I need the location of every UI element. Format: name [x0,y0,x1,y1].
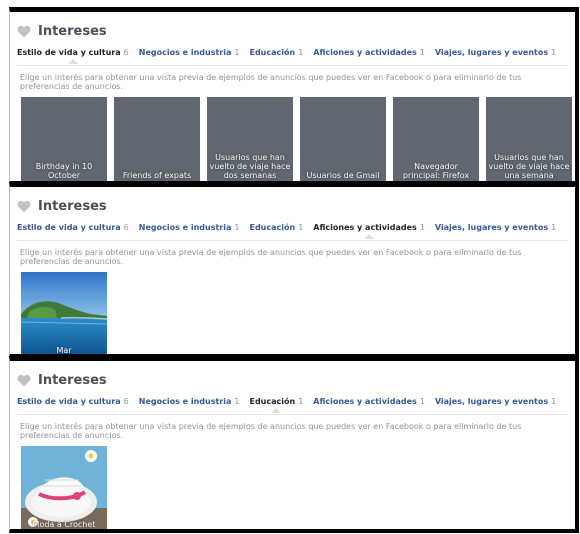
interest-tile-label: Birthday in 10 October [35,162,93,180]
tab-count: 1 [298,223,304,232]
tab-label: Educación [249,223,296,232]
tab-count: 6 [123,223,129,232]
tab-count: 1 [298,397,304,406]
heart-icon [17,25,31,37]
interest-tile[interactable]: Friends of expats [114,97,200,181]
interest-tile[interactable]: Usuarios de Gmail [300,97,386,181]
divider [17,414,568,415]
tab-aficiones-y-actividades[interactable]: Aficiones y actividades 1 [313,222,425,239]
tab-count: 1 [419,397,425,406]
interest-tile-label: Usuarios que han vuelto de viaje hace do… [209,153,291,180]
tab-aficiones-y-actividades[interactable]: Aficiones y actividades 1 [313,47,425,63]
tab-label: Negocios e industria [138,48,232,57]
interest-tile-label: Usuarios de Gmail [306,171,380,180]
panel-title: Intereses [38,198,107,214]
tab-label: Negocios e industria [138,397,232,406]
interest-tile-label: Friends of expats [122,171,192,180]
tab-label: Estilo de vida y cultura [17,397,121,406]
tab-estilo-de-vida-y-cultura[interactable]: Estilo de vida y cultura 6 [17,47,129,64]
interest-tiles: Moda a Crochet [21,446,114,529]
tab-educacion[interactable]: Educación 1 [249,47,303,63]
tab-count: 1 [234,223,240,232]
tab-viajes-lugares-y-eventos[interactable]: Viajes, lugares y eventos 1 [435,396,556,412]
interests-description: Elige un interés para obtener una vista … [20,248,522,266]
interest-category-tabs: Estilo de vida y cultura 6 Negocios e ind… [17,396,566,413]
tab-aficiones-y-actividades[interactable]: Aficiones y actividades 1 [313,396,425,412]
interest-tile[interactable]: Usuarios que han vuelto de viaje hace do… [207,97,293,181]
tab-negocios-e-industria[interactable]: Negocios e industria 1 [139,222,240,238]
interest-tile-label: Mar [56,346,72,355]
tab-label: Educación [249,48,296,57]
interests-description: Elige un interés para obtener una vista … [20,422,522,440]
tab-estilo-de-vida-y-cultura[interactable]: Estilo de vida y cultura 6 [17,396,129,412]
interest-tile[interactable]: Birthday in 10 October [21,97,107,181]
tab-count: 6 [123,48,129,57]
interest-tile[interactable]: Usuarios que han vuelto de viaje hace un… [486,97,572,181]
panel-header: Intereses [17,198,107,214]
panel-title: Intereses [38,372,107,388]
tab-count: 1 [234,397,240,406]
interest-tile[interactable]: Moda a Crochet [21,446,107,529]
interest-category-tabs: Estilo de vida y cultura 6 Negocios e ind… [17,47,566,64]
interest-tiles: Birthday in 10 October Friends of expats… [21,97,575,181]
interests-description: Elige un interés para obtener una vista … [20,73,522,91]
tab-count: 1 [551,223,557,232]
tab-label: Estilo de vida y cultura [17,48,121,57]
tab-label: Aficiones y actividades [313,397,417,406]
tab-viajes-lugares-y-eventos[interactable]: Viajes, lugares y eventos 1 [435,222,556,238]
tab-count: 6 [123,397,129,406]
interest-tiles: Mar [21,272,114,355]
interest-tile-label: Navegador principal: Firefox [402,162,470,180]
tab-count: 1 [419,223,425,232]
tab-count: 1 [234,48,240,57]
interest-tile-label: Usuarios que han vuelto de viaje hace un… [488,153,570,180]
interest-tile[interactable]: Mar [21,272,107,355]
tab-count: 1 [551,48,557,57]
interest-category-tabs: Estilo de vida y cultura 6 Negocios e ind… [17,222,566,239]
tab-label: Negocios e industria [138,223,232,232]
interests-panel: Intereses Estilo de vida y cultura 6 Nego… [9,7,579,185]
panel-title: Intereses [38,23,107,39]
tab-negocios-e-industria[interactable]: Negocios e industria 1 [139,47,240,63]
tab-count: 1 [298,48,304,57]
tab-label: Viajes, lugares y eventos [434,397,549,406]
tab-label: Aficiones y actividades [313,48,417,57]
panel-header: Intereses [17,372,107,388]
tab-label: Aficiones y actividades [313,223,417,232]
tab-educacion[interactable]: Educación 1 [249,396,304,413]
tab-viajes-lugares-y-eventos[interactable]: Viajes, lugares y eventos 1 [435,47,556,63]
tab-label: Educación [249,397,296,406]
tab-label: Estilo de vida y cultura [17,223,121,232]
tab-label: Viajes, lugares y eventos [434,48,549,57]
divider [17,240,568,241]
heart-icon [17,374,31,386]
interest-tile-label: Moda a Crochet [32,520,96,529]
tab-negocios-e-industria[interactable]: Negocios e industria 1 [139,396,240,412]
panel-header: Intereses [17,23,107,39]
tab-educacion[interactable]: Educación 1 [249,222,303,238]
heart-icon [17,200,31,212]
interest-tile[interactable]: Navegador principal: Firefox [393,97,479,181]
tab-count: 1 [419,48,425,57]
tab-label: Viajes, lugares y eventos [434,223,549,232]
interests-panel: Intereses Estilo de vida y cultura 6 Nego… [9,182,579,358]
divider [17,65,568,66]
tab-count: 1 [551,397,557,406]
tab-estilo-de-vida-y-cultura[interactable]: Estilo de vida y cultura 6 [17,222,129,238]
interests-panel: Intereses Estilo de vida y cultura 6 Nego… [9,356,579,533]
